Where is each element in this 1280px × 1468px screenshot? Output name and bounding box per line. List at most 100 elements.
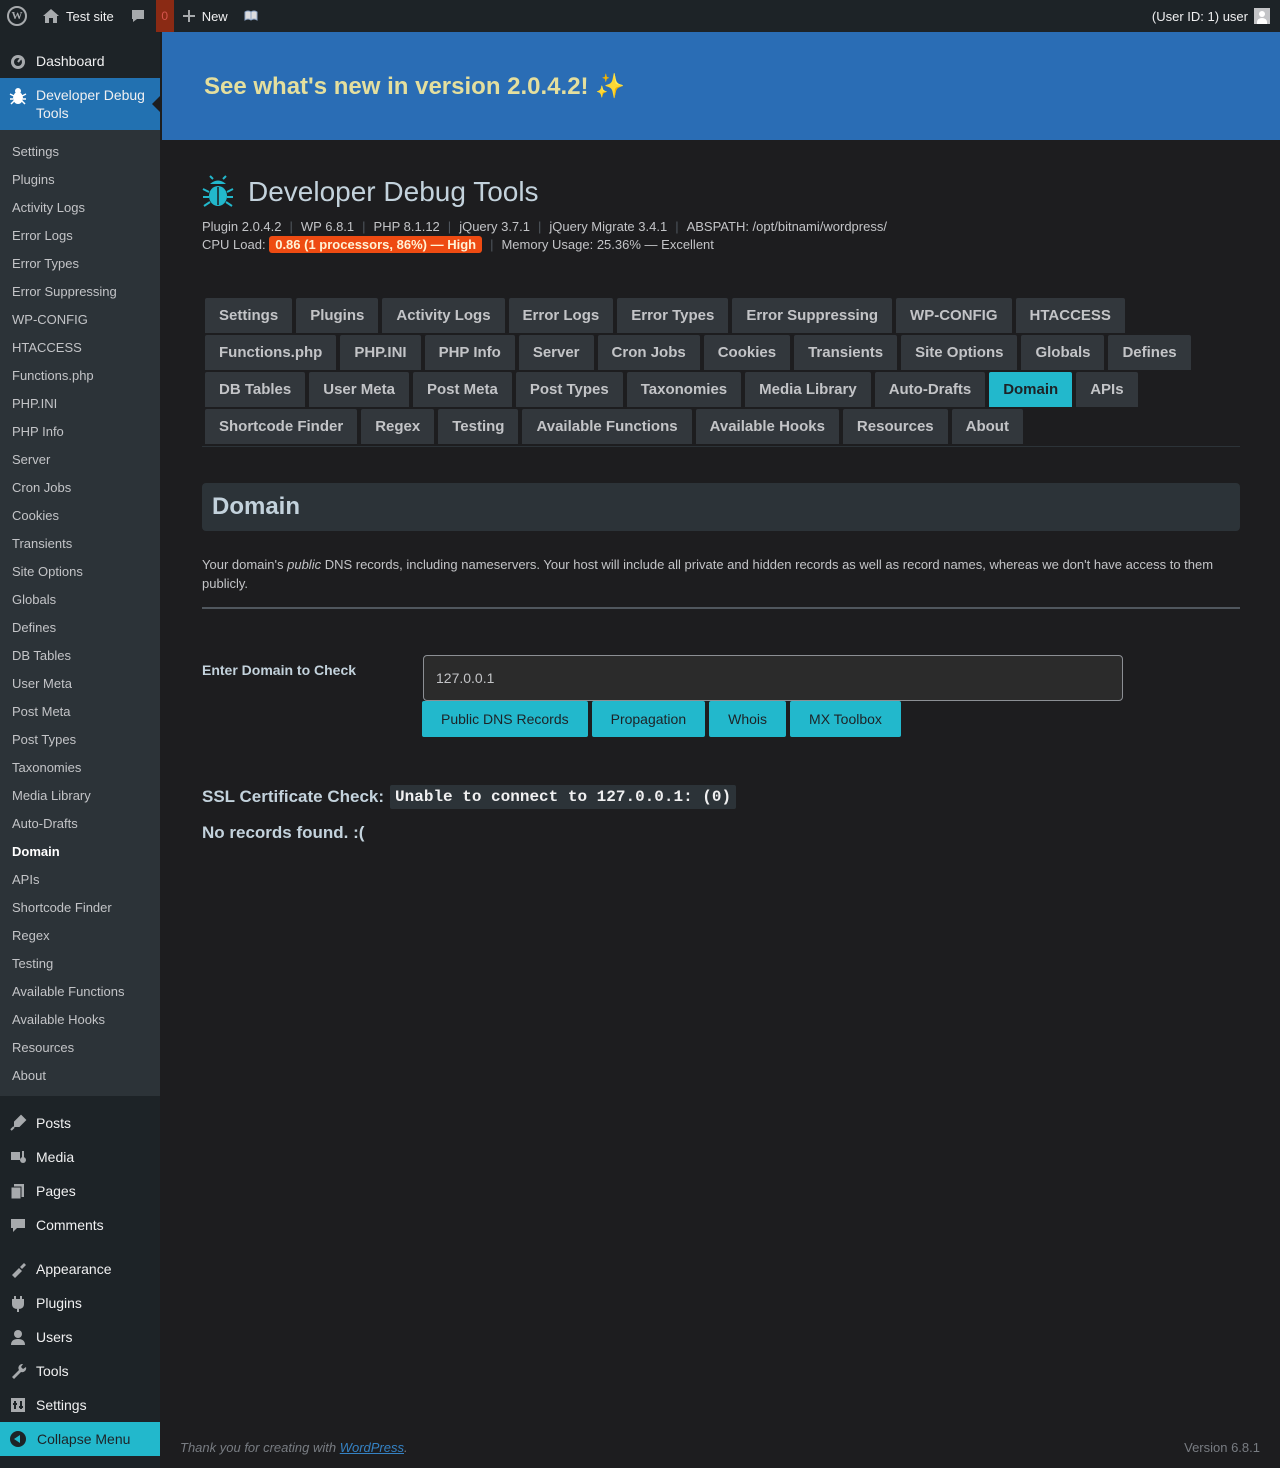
menu-item-plugins[interactable]: Plugins [0, 1286, 160, 1320]
submenu-item-apis[interactable]: APIs [0, 865, 160, 893]
submenu-item-cookies[interactable]: Cookies [0, 501, 160, 529]
comments-link[interactable]: 0 [122, 0, 174, 32]
tab-transients[interactable]: Transients [794, 335, 898, 370]
tab-resources[interactable]: Resources [842, 409, 948, 444]
tab-cookies[interactable]: Cookies [703, 335, 791, 370]
menu-item-settings[interactable]: Settings [0, 1388, 160, 1422]
submenu-item-globals[interactable]: Globals [0, 585, 160, 613]
submenu-item-plugins[interactable]: Plugins [0, 165, 160, 193]
tab-db-tables[interactable]: DB Tables [205, 372, 306, 407]
domain-input[interactable] [423, 655, 1123, 701]
submenu-item-resources[interactable]: Resources [0, 1033, 160, 1061]
submenu-item-post-meta[interactable]: Post Meta [0, 697, 160, 725]
submenu-item-regex[interactable]: Regex [0, 921, 160, 949]
whois-button[interactable]: Whois [709, 701, 787, 737]
tab-apis[interactable]: APIs [1076, 372, 1138, 407]
mx-toolbox-button[interactable]: MX Toolbox [790, 701, 901, 737]
tools-icon [8, 1361, 28, 1381]
submenu-item-db-tables[interactable]: DB Tables [0, 641, 160, 669]
menu-item-tools[interactable]: Tools [0, 1354, 160, 1388]
menu-label-media: Media [36, 1149, 75, 1165]
my-account-link[interactable]: (User ID: 1) user [1144, 0, 1280, 32]
wordpress-link[interactable]: WordPress [340, 1440, 404, 1455]
new-content-link[interactable]: New [174, 0, 236, 32]
tab-settings[interactable]: Settings [205, 298, 293, 333]
menu-item-developer-debug-tools[interactable]: Developer Debug Tools [0, 78, 160, 130]
public-dns-records-button[interactable]: Public DNS Records [422, 701, 588, 737]
submenu-item-error-logs[interactable]: Error Logs [0, 221, 160, 249]
submenu-item-domain[interactable]: Domain [0, 837, 160, 865]
book-link[interactable] [236, 0, 266, 32]
submenu-item-about[interactable]: About [0, 1061, 160, 1089]
menu-item-media[interactable]: Media [0, 1140, 160, 1174]
tab-user-meta[interactable]: User Meta [309, 372, 409, 407]
tab-regex[interactable]: Regex [361, 409, 435, 444]
submenu-item-transients[interactable]: Transients [0, 529, 160, 557]
menu-item-appearance[interactable]: Appearance [0, 1252, 160, 1286]
tab-php-ini[interactable]: PHP.INI [340, 335, 421, 370]
propagation-button[interactable]: Propagation [591, 701, 706, 737]
submenu-item-user-meta[interactable]: User Meta [0, 669, 160, 697]
tab-available-hooks[interactable]: Available Hooks [695, 409, 839, 444]
tab-htaccess[interactable]: HTACCESS [1015, 298, 1125, 333]
tab-plugins[interactable]: Plugins [296, 298, 379, 333]
menu-label-users: Users [36, 1329, 73, 1345]
tab-activity-logs[interactable]: Activity Logs [382, 298, 505, 333]
tab-auto-drafts[interactable]: Auto-Drafts [874, 372, 986, 407]
submenu-item-cron-jobs[interactable]: Cron Jobs [0, 473, 160, 501]
menu-item-pages[interactable]: Pages [0, 1174, 160, 1208]
tab-server[interactable]: Server [518, 335, 594, 370]
collapse-menu-button[interactable]: Collapse Menu [0, 1422, 160, 1456]
submenu-item-taxonomies[interactable]: Taxonomies [0, 753, 160, 781]
submenu-item-server[interactable]: Server [0, 445, 160, 473]
whats-new-banner[interactable]: See what's new in version 2.0.4.2! ✨ [162, 32, 1280, 140]
submenu-item-post-types[interactable]: Post Types [0, 725, 160, 753]
tab-error-types[interactable]: Error Types [617, 298, 729, 333]
tab-domain[interactable]: Domain [989, 372, 1073, 407]
tab-functions-php[interactable]: Functions.php [205, 335, 337, 370]
submenu-item-available-functions[interactable]: Available Functions [0, 977, 160, 1005]
tab-post-meta[interactable]: Post Meta [412, 372, 512, 407]
submenu-item-auto-drafts[interactable]: Auto-Drafts [0, 809, 160, 837]
menu-item-dashboard[interactable]: Dashboard [0, 44, 160, 78]
tab-taxonomies[interactable]: Taxonomies [626, 372, 742, 407]
tab-shortcode-finder[interactable]: Shortcode Finder [205, 409, 358, 444]
submenu-item-php-info[interactable]: PHP Info [0, 417, 160, 445]
tab-globals[interactable]: Globals [1021, 335, 1105, 370]
submenu-item-defines[interactable]: Defines [0, 613, 160, 641]
menu-label-tools: Tools [36, 1363, 69, 1379]
tab-defines[interactable]: Defines [1108, 335, 1191, 370]
submenu-item-testing[interactable]: Testing [0, 949, 160, 977]
tab-error-logs[interactable]: Error Logs [508, 298, 614, 333]
menu-item-users[interactable]: Users [0, 1320, 160, 1354]
tab-site-options[interactable]: Site Options [901, 335, 1018, 370]
submenu-item-htaccess[interactable]: HTACCESS [0, 333, 160, 361]
tab-about[interactable]: About [951, 409, 1023, 444]
wordpress-logo-icon[interactable]: W [0, 0, 34, 32]
menu-item-comments[interactable]: Comments [0, 1208, 160, 1242]
cpu-load-badge: 0.86 (1 processors, 86%) — High [269, 236, 483, 253]
submenu-item-media-library[interactable]: Media Library [0, 781, 160, 809]
tab-php-info[interactable]: PHP Info [424, 335, 515, 370]
submenu-item-activity-logs[interactable]: Activity Logs [0, 193, 160, 221]
menu-item-posts[interactable]: Posts [0, 1106, 160, 1140]
submenu-item-site-options[interactable]: Site Options [0, 557, 160, 585]
site-name-link[interactable]: Test site [34, 0, 122, 32]
tab-media-library[interactable]: Media Library [745, 372, 871, 407]
submenu-item-settings[interactable]: Settings [0, 137, 160, 165]
tab-cron-jobs[interactable]: Cron Jobs [597, 335, 700, 370]
submenu-item-available-hooks[interactable]: Available Hooks [0, 1005, 160, 1033]
submenu-item-error-suppressing[interactable]: Error Suppressing [0, 277, 160, 305]
submenu-item-error-types[interactable]: Error Types [0, 249, 160, 277]
submenu-item-shortcode-finder[interactable]: Shortcode Finder [0, 893, 160, 921]
tab-post-types[interactable]: Post Types [515, 372, 623, 407]
php-version: PHP 8.1.12 [373, 219, 440, 234]
tab-error-suppressing[interactable]: Error Suppressing [732, 298, 893, 333]
tab-wp-config[interactable]: WP-CONFIG [896, 298, 1012, 333]
tab-available-functions[interactable]: Available Functions [522, 409, 692, 444]
submenu-item-functions-php[interactable]: Functions.php [0, 361, 160, 389]
submenu-item-php-ini[interactable]: PHP.INI [0, 389, 160, 417]
tab-testing[interactable]: Testing [438, 409, 519, 444]
submenu-item-wp-config[interactable]: WP-CONFIG [0, 305, 160, 333]
version-info: Plugin 2.0.4.2 | WP 6.8.1 | PHP 8.1.12 | jQuer… [202, 219, 887, 253]
